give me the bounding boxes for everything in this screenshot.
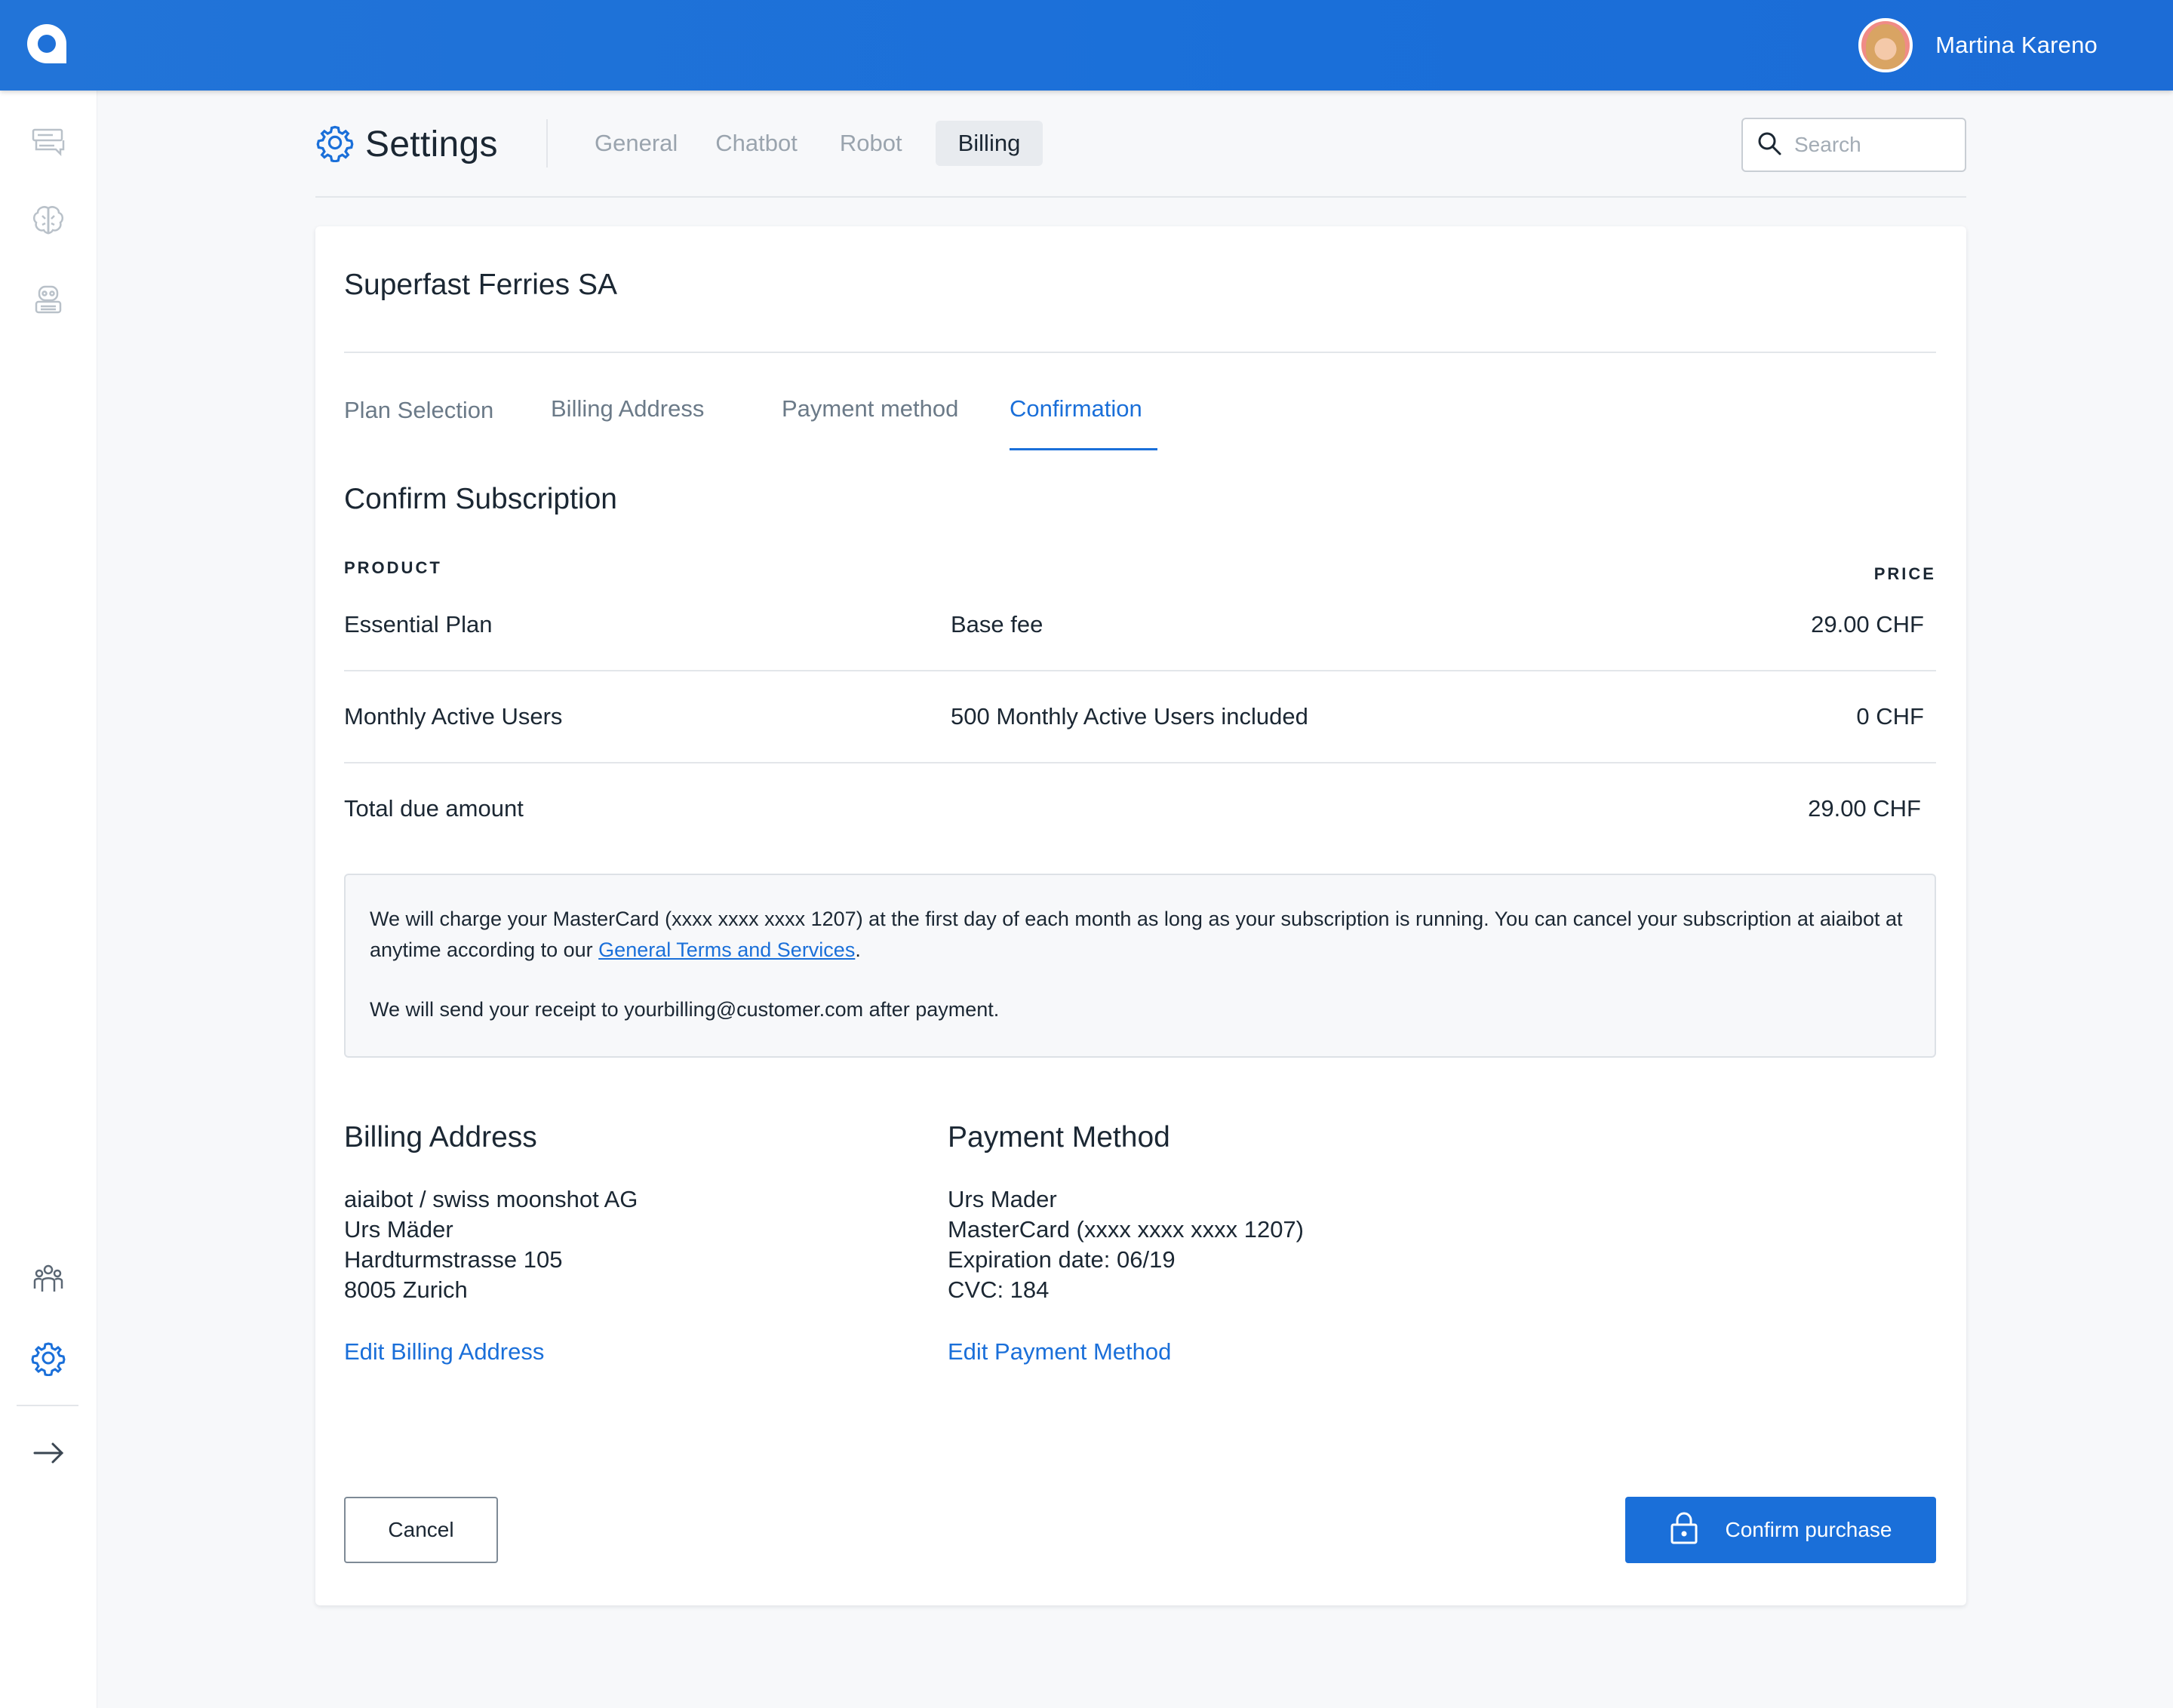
- billing-card: Superfast Ferries SA Plan Selection Bill…: [315, 226, 1966, 1605]
- billing-address-block: aiaibot / swiss moonshot AG Urs Mäder Ha…: [344, 1184, 638, 1305]
- terms-link[interactable]: General Terms and Services: [598, 938, 855, 961]
- address-line: aiaibot / swiss moonshot AG: [344, 1186, 638, 1212]
- settings-title-text: Settings: [365, 124, 498, 164]
- settings-tabs: General Chatbot Robot Billing: [572, 121, 1043, 166]
- tab-chatbot[interactable]: Chatbot: [700, 121, 820, 166]
- step-confirmation[interactable]: Confirmation: [1010, 395, 1142, 422]
- user-avatar[interactable]: [1858, 18, 1913, 72]
- payment-method-block: Urs Mader MasterCard (xxxx xxxx xxxx 120…: [948, 1184, 1304, 1305]
- confirm-subscription-title: Confirm Subscription: [344, 483, 617, 515]
- edit-payment-method-link[interactable]: Edit Payment Method: [948, 1338, 1171, 1365]
- active-step-underline: [1010, 448, 1157, 450]
- user-menu[interactable]: Martina Kareno: [1858, 17, 2098, 74]
- step-plan-selection[interactable]: Plan Selection: [344, 397, 493, 424]
- row-description: 500 Monthly Active Users included: [951, 703, 1308, 730]
- row-divider: [344, 670, 1936, 671]
- billing-address-title: Billing Address: [344, 1121, 537, 1154]
- settings-icon[interactable]: [29, 1338, 68, 1378]
- company-divider: [344, 352, 1936, 353]
- address-line: Hardturmstrasse 105: [344, 1246, 563, 1273]
- address-line: 8005 Zurich: [344, 1276, 468, 1303]
- page-header: Settings General Chatbot Robot Billing: [315, 113, 1966, 198]
- payment-line: Expiration date: 06/19: [948, 1246, 1176, 1273]
- total-price: 29.00 CHF: [1808, 795, 1921, 822]
- brain-icon[interactable]: [29, 201, 68, 240]
- price-column-header: PRICE: [1873, 564, 1936, 583]
- search-icon: [1757, 131, 1782, 160]
- tab-robot[interactable]: Robot: [820, 121, 925, 166]
- payment-line: MasterCard (xxxx xxxx xxxx 1207): [948, 1216, 1304, 1243]
- row-product: Essential Plan: [344, 611, 493, 637]
- tab-billing[interactable]: Billing: [935, 121, 1043, 166]
- row-divider: [344, 762, 1936, 763]
- search-box[interactable]: [1741, 118, 1966, 172]
- payment-line: Urs Mader: [948, 1186, 1057, 1212]
- header-divider: [546, 119, 548, 167]
- tab-general[interactable]: General: [572, 121, 700, 166]
- conversations-icon[interactable]: [29, 122, 68, 161]
- user-name[interactable]: Martina Kareno: [1935, 32, 2098, 59]
- step-billing-address[interactable]: Billing Address: [551, 395, 704, 422]
- company-name: Superfast Ferries SA: [344, 269, 617, 301]
- charge-notice-text: We will charge your MasterCard (xxxx xxx…: [370, 908, 1903, 961]
- charge-notice: We will charge your MasterCard (xxxx xxx…: [344, 874, 1936, 1058]
- row-description: Base fee: [951, 611, 1043, 637]
- team-icon[interactable]: [29, 1260, 68, 1299]
- receipt-notice-text: We will send your receipt to yourbilling…: [370, 998, 1000, 1021]
- lock-icon: [1670, 1511, 1698, 1550]
- total-label: Total due amount: [344, 795, 524, 822]
- address-line: Urs Mäder: [344, 1216, 453, 1243]
- sidebar-divider: [17, 1405, 78, 1406]
- arrow-right-icon[interactable]: [29, 1433, 68, 1473]
- payment-line: CVC: 184: [948, 1276, 1050, 1303]
- row-price: 29.00 CHF: [1811, 611, 1924, 637]
- aiaibot-logo-icon[interactable]: [24, 21, 69, 66]
- row-product: Monthly Active Users: [344, 703, 563, 730]
- step-payment-method[interactable]: Payment method: [782, 395, 958, 422]
- top-bar: Martina Kareno: [0, 0, 2173, 91]
- settings-gear-icon: [315, 123, 355, 166]
- confirm-purchase-label: Confirm purchase: [1725, 1518, 1892, 1541]
- row-price: 0 CHF: [1856, 703, 1924, 730]
- sidebar: [0, 91, 97, 1708]
- robot-icon[interactable]: [29, 279, 68, 318]
- confirm-purchase-button[interactable]: Confirm purchase: [1625, 1497, 1936, 1563]
- payment-method-title: Payment Method: [948, 1121, 1170, 1154]
- page-title: Settings: [315, 113, 498, 175]
- cancel-button[interactable]: Cancel: [344, 1497, 498, 1563]
- product-column-header: PRODUCT: [344, 558, 442, 577]
- search-input[interactable]: [1794, 133, 1945, 157]
- edit-billing-address-link[interactable]: Edit Billing Address: [344, 1338, 544, 1365]
